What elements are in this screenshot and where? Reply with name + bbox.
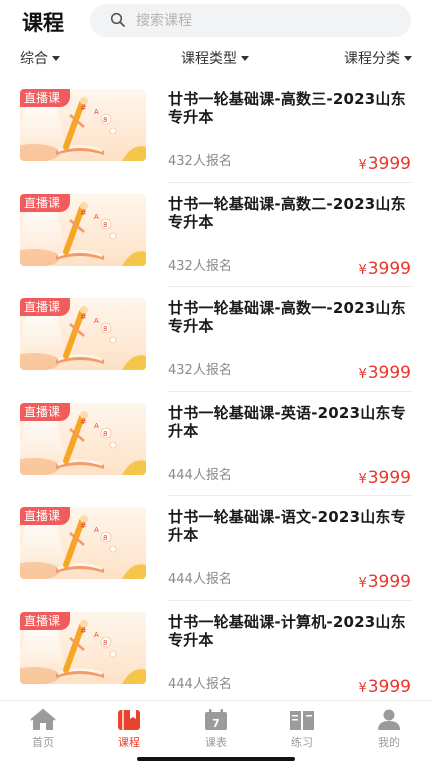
home-icon — [30, 709, 56, 730]
enroll-count: 432人报名 — [168, 258, 232, 274]
tab-profile[interactable]: 我的 — [359, 709, 419, 750]
svg-text:A: A — [94, 526, 99, 534]
tab-practice[interactable]: 练习 — [272, 709, 332, 750]
enroll-count: 444人报名 — [168, 676, 232, 692]
svg-text:8: 8 — [103, 325, 107, 333]
svg-text:#: # — [80, 103, 87, 112]
course-thumbnail: # A 8 直播课 — [20, 611, 146, 684]
course-title: 廿书一轮基础课-高数二-2023山东专升本 — [168, 194, 406, 231]
course-title: 廿书一轮基础课-计算机-2023山东专升本 — [168, 612, 406, 649]
price-value: 3999 — [367, 467, 411, 488]
calendar-icon: 7 — [205, 709, 227, 730]
course-thumbnail: # A 8 直播课 — [20, 402, 146, 475]
svg-text:#: # — [80, 521, 87, 530]
course-title: 廿书一轮基础课-高数三-2023山东专升本 — [168, 90, 406, 126]
svg-text:8: 8 — [103, 534, 107, 542]
filter-type-dropdown[interactable]: 课程类型 — [181, 48, 249, 68]
price-value: 3999 — [367, 258, 411, 279]
currency-symbol: ¥ — [358, 680, 367, 696]
course-title: 廿书一轮基础课-英语-2023山东专升本 — [168, 403, 406, 440]
tab-schedule[interactable]: 7 课表 — [186, 709, 246, 750]
profile-icon — [378, 709, 400, 730]
live-badge: 直播课 — [20, 507, 71, 525]
course-item[interactable]: # A 8 直播课 廿书一轮基础课-高数一-2023山东专升本 432人报名 ¥399… — [0, 287, 432, 392]
course-thumbnail: # A 8 直播课 — [20, 298, 146, 370]
course-item[interactable]: # A 8 直播课 廿书一轮基础课-英语-2023山东专升本 444人报名 ¥3999 — [0, 392, 432, 496]
currency-symbol: ¥ — [358, 471, 367, 487]
live-badge: 直播课 — [20, 611, 71, 630]
svg-text:8: 8 — [103, 116, 107, 124]
tab-course[interactable]: 课程 — [99, 709, 159, 750]
svg-text:8: 8 — [103, 221, 107, 229]
enroll-count: 432人报名 — [168, 363, 232, 378]
course-price: ¥3999 — [358, 677, 411, 697]
course-price: ¥3999 — [358, 363, 411, 383]
tab-home-label: 首页 — [32, 736, 54, 749]
course-title: 廿书一轮基础课-高数一-2023山东专升本 — [168, 299, 406, 335]
svg-text:#: # — [80, 417, 87, 426]
header: 课程 — [0, 0, 432, 42]
course-thumbnail: # A 8 直播课 — [20, 193, 146, 266]
price-value: 3999 — [367, 572, 411, 592]
course-thumbnail: # A 8 直播课 — [20, 89, 146, 161]
live-badge: 直播课 — [20, 298, 71, 316]
svg-text:#: # — [80, 208, 87, 217]
currency-symbol: ¥ — [358, 158, 367, 173]
price-value: 3999 — [367, 676, 411, 697]
svg-text:A: A — [94, 213, 99, 221]
search-icon — [110, 12, 125, 27]
currency-symbol: ¥ — [358, 262, 367, 278]
search-input[interactable] — [136, 4, 396, 37]
tab-profile-label: 我的 — [378, 736, 400, 749]
tab-practice-label: 练习 — [291, 736, 313, 749]
currency-symbol: ¥ — [358, 367, 367, 382]
filter-type-label: 课程类型 — [181, 51, 237, 67]
home-indicator — [137, 757, 295, 761]
tab-schedule-label: 课表 — [205, 736, 227, 749]
svg-text:#: # — [80, 312, 87, 321]
course-item[interactable]: # A 8 直播课 廿书一轮基础课-高数二-2023山东专升本 432人报名 ¥399… — [0, 183, 432, 287]
course-item[interactable]: # A 8 直播课 廿书一轮基础课-高数三-2023山东专升本 432人报名 ¥399… — [0, 78, 432, 183]
enroll-count: 444人报名 — [168, 467, 232, 483]
page-title: 课程 — [22, 11, 64, 35]
svg-text:A: A — [94, 631, 99, 639]
search-box[interactable] — [90, 4, 411, 37]
course-title: 廿书一轮基础课-语文-2023山东专升本 — [168, 508, 406, 544]
svg-text:A: A — [94, 422, 99, 430]
course-price: ¥3999 — [358, 259, 411, 279]
calendar-icon-day: 7 — [212, 717, 220, 730]
currency-symbol: ¥ — [358, 576, 367, 591]
caret-down-icon — [404, 55, 412, 61]
tab-home[interactable]: 首页 — [13, 709, 73, 750]
price-value: 3999 — [367, 363, 411, 383]
filter-category-dropdown[interactable]: 课程分类 — [344, 48, 412, 68]
enroll-count: 432人报名 — [168, 154, 232, 169]
caret-down-icon — [52, 55, 60, 61]
course-thumbnail: # A 8 直播课 — [20, 507, 146, 579]
live-badge: 直播课 — [20, 193, 71, 212]
filter-sort-dropdown[interactable]: 综合 — [20, 48, 60, 68]
filter-sort-label: 综合 — [20, 51, 48, 67]
svg-text:#: # — [80, 626, 87, 635]
svg-text:A: A — [94, 108, 99, 116]
price-value: 3999 — [367, 154, 411, 174]
course-price: ¥3999 — [358, 572, 411, 592]
course-item[interactable]: # A 8 直播课 廿书一轮基础课-计算机-2023山东专升本 444人报名 ¥399… — [0, 601, 432, 705]
course-price: ¥3999 — [358, 468, 411, 488]
svg-text:8: 8 — [103, 639, 107, 647]
live-badge: 直播课 — [20, 402, 71, 421]
course-icon — [118, 710, 140, 730]
live-badge: 直播课 — [20, 89, 71, 107]
filter-category-label: 课程分类 — [344, 51, 400, 67]
course-item[interactable]: # A 8 直播课 廿书一轮基础课-语文-2023山东专升本 444人报名 ¥3999 — [0, 496, 432, 601]
caret-down-icon — [241, 55, 249, 61]
filter-bar: 综合 课程类型 课程分类 — [0, 42, 432, 72]
tab-course-label: 课程 — [118, 736, 140, 749]
svg-text:A: A — [94, 317, 99, 325]
practice-book-icon — [290, 711, 314, 730]
svg-text:8: 8 — [103, 430, 107, 438]
enroll-count: 444人报名 — [168, 572, 232, 587]
course-list: # A 8 直播课 廿书一轮基础课-高数三-2023山东专升本 432人报名 ¥399… — [0, 78, 432, 705]
course-price: ¥3999 — [358, 154, 411, 174]
